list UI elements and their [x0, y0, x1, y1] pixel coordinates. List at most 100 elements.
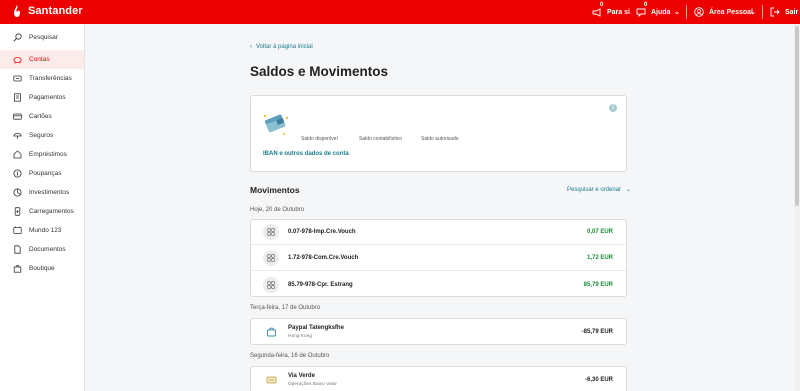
shopping-bag-icon — [263, 324, 279, 340]
top-bar: Santander Para si 0 Ajuda 0 ⌄ Área Pesso… — [0, 0, 800, 24]
search-order-label: Pesquisar e ordenar — [567, 186, 622, 193]
movement-category: Operações Baixo Valor — [288, 382, 337, 387]
ajuda-button[interactable]: Ajuda — [636, 0, 670, 24]
movements-list: 0.07-978-Imp.Cre.Vouch 0,07 EUR 1.72-978… — [250, 219, 627, 297]
sidebar-item-label: Investimentos — [29, 189, 70, 196]
logo-text: Santander — [28, 5, 83, 17]
chevron-down-icon[interactable]: ⌄ — [750, 0, 756, 24]
savings-icon — [13, 169, 22, 178]
divider — [686, 5, 687, 19]
movements-list: Paypal Tatengksfhe Hong Kong -85,79 EUR — [250, 318, 627, 345]
sair-label: Sair — [785, 8, 799, 16]
iban-link[interactable]: IBAN e outros dados de conta — [263, 151, 349, 157]
sidebar-item-label: Cartões — [29, 113, 52, 120]
sidebar-item-seguros[interactable]: Seguros — [0, 126, 84, 145]
divider — [762, 5, 763, 19]
movement-description: Via Verde — [288, 373, 315, 379]
sidebar-item-mundo-123[interactable]: Mundo 123 — [0, 221, 84, 240]
chevron-down-icon[interactable]: ⌄ — [674, 0, 680, 24]
list-item[interactable]: 85.79-978-Cpr. Estrang 85,79 EUR — [251, 272, 626, 297]
search-order-link[interactable]: Pesquisar e ordenar ⌄ — [567, 186, 632, 194]
piggy-bank-icon — [13, 57, 22, 64]
movement-location: Hong Kong — [288, 334, 313, 339]
grid-icon — [263, 250, 279, 266]
para-si-badge: 0 — [600, 2, 604, 8]
list-item[interactable]: 1.72-978-Com.Cre.Vouch 1,72 EUR — [251, 246, 626, 271]
sidebar-item-label: Pesquisar — [29, 34, 58, 41]
sidebar-item-pagamentos[interactable]: Pagamentos — [0, 88, 84, 107]
main-content: ‹ Voltar à página inicial Saldos e Movim… — [85, 24, 800, 391]
movement-description: Paypal Tatengksfhe — [288, 325, 344, 331]
movement-description: 1.72-978-Com.Cre.Vouch — [288, 255, 359, 261]
logout-icon — [770, 7, 780, 17]
sidebar-item-investimentos[interactable]: Investimentos — [0, 183, 84, 202]
area-pessoal-label: Área Pessoal — [709, 8, 753, 16]
mundo-icon — [13, 226, 22, 234]
chevron-left-icon: ‹ — [250, 44, 252, 50]
list-item[interactable]: 0.07-978-Imp.Cre.Vouch 0,07 EUR — [251, 220, 626, 245]
movement-amount: 0,07 EUR — [586, 229, 613, 235]
sidebar-item-label: Carregamentos — [29, 208, 74, 215]
ajuda-label: Ajuda — [651, 8, 671, 16]
document-icon — [14, 245, 21, 254]
back-link[interactable]: ‹ Voltar à página inicial — [250, 44, 313, 50]
saldo-autorizado-label: Saldo autorizado — [421, 136, 459, 142]
sidebar-item-label: Contas — [29, 56, 50, 63]
sidebar-item-label: Seguros — [29, 132, 54, 139]
grid-icon — [263, 276, 279, 293]
sidebar-item-transferencias[interactable]: Transferências — [0, 69, 84, 88]
sidebar-item-label: Poupanças — [29, 170, 62, 177]
chat-icon — [636, 8, 646, 17]
para-si-button[interactable]: Para si — [592, 0, 630, 24]
umbrella-icon — [13, 132, 22, 139]
para-si-label: Para si — [607, 8, 630, 16]
date-header: Hoje, 20 de Outubro — [250, 207, 305, 213]
sidebar-item-label: Mundo 123 — [29, 227, 62, 234]
movement-amount: -85,79 EUR — [581, 328, 613, 335]
logout-button[interactable]: Sair — [770, 0, 798, 24]
movement-amount: 85,79 EUR — [583, 281, 613, 288]
date-header: Terça-feira, 17 de Outubro — [250, 305, 321, 311]
sidebar-item-label: Documentos — [29, 246, 66, 253]
wallet-icon — [260, 108, 290, 138]
scrollbar-thumb[interactable] — [795, 26, 799, 206]
sidebar-item-carregamentos[interactable]: Carregamentos — [0, 202, 84, 221]
chevron-down-icon: ⌄ — [626, 187, 632, 193]
movement-amount: 1,72 EUR — [586, 255, 613, 261]
back-link-label: Voltar à página inicial — [256, 44, 313, 50]
sidebar-item-label: Pagamentos — [29, 94, 66, 101]
sidebar-item-label: Boutique — [29, 265, 55, 272]
sidebar-item-boutique[interactable]: Boutique — [0, 259, 84, 278]
flame-icon — [10, 4, 24, 18]
grid-icon — [263, 224, 279, 240]
sidebar-item-documentos[interactable]: Documentos — [0, 240, 84, 259]
sidebar-item-poupancas[interactable]: Poupanças — [0, 164, 84, 183]
santander-logo[interactable]: Santander — [10, 4, 83, 18]
movement-amount: -6,30 EUR — [584, 376, 613, 383]
area-pessoal-button[interactable]: Área Pessoal — [694, 0, 753, 24]
user-icon — [694, 7, 704, 17]
topup-icon — [14, 207, 21, 216]
sidebar-item-emprestimos[interactable]: Empréstimos — [0, 145, 84, 164]
info-icon[interactable]: i — [609, 104, 617, 112]
loan-icon — [13, 150, 22, 159]
list-item[interactable]: Paypal Tatengksfhe Hong Kong -85,79 EUR — [251, 319, 626, 344]
car-icon — [263, 372, 279, 388]
sidebar-item-pesquisar[interactable]: Pesquisar — [0, 28, 84, 47]
sidebar-item-contas[interactable]: Contas — [0, 50, 84, 69]
investment-icon — [13, 188, 22, 197]
list-item[interactable]: Via Verde Operações Baixo Valor -6,30 EU… — [251, 367, 626, 391]
saldo-disponivel-label: Saldo disponível — [301, 136, 338, 142]
sidebar-item-label: Transferências — [29, 75, 72, 82]
card-icon — [13, 113, 22, 120]
transfer-icon — [13, 75, 22, 82]
movements-list: Via Verde Operações Baixo Valor -6,30 EU… — [250, 366, 627, 391]
bag-icon — [13, 264, 22, 273]
sidebar-item-cartoes[interactable]: Cartões — [0, 107, 84, 126]
balance-card: Saldo disponível Saldo contabilístico Sa… — [250, 95, 627, 172]
saldo-contabilistico-label: Saldo contabilístico — [359, 136, 403, 142]
date-header: Segunda-feira, 16 de Outubro — [250, 353, 330, 359]
ajuda-badge: 0 — [644, 2, 648, 8]
payment-icon — [14, 93, 21, 102]
sidebar-item-label: Empréstimos — [29, 151, 67, 158]
